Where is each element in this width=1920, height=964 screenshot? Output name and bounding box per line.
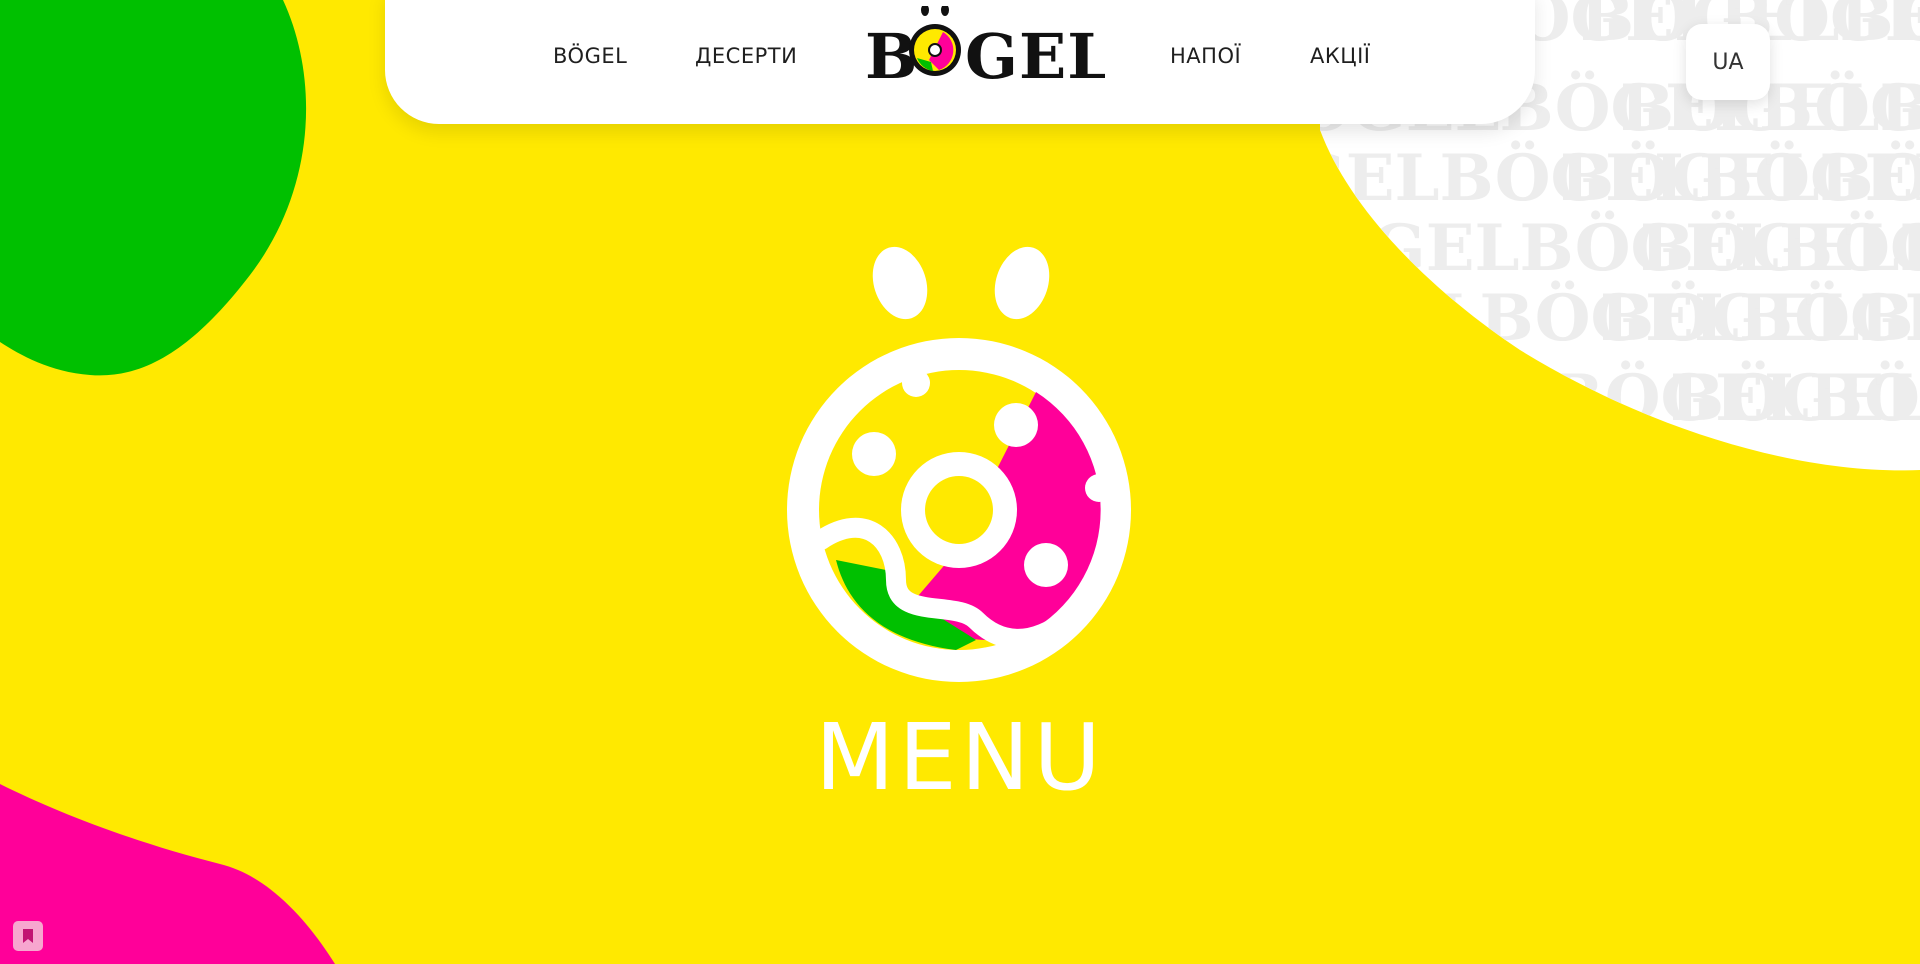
nav-link-promotions[interactable]: АКЦІЇ <box>1310 44 1370 68</box>
pattern-text: BÖGELBÖGELBÖGEL <box>1670 360 1920 436</box>
pattern-text: BÖGELBÖGELBÖGEL <box>1640 210 1920 286</box>
nav-link-drinks[interactable]: НАПОЇ <box>1170 44 1241 68</box>
pattern-text: BÖGELBÖGELBÖGEL <box>1560 140 1920 216</box>
language-button[interactable]: UA <box>1686 24 1770 100</box>
main-navbar: BÖGEL ДЕСЕРТИ B GEL НАПОЇ АКЦІЇ <box>385 0 1535 124</box>
menu-title: MENU <box>815 704 1105 811</box>
pattern-text: BÖGELBÖGELBÖGEL <box>1600 280 1920 356</box>
bookmark-button[interactable] <box>13 921 43 951</box>
nav-link-desserts[interactable]: ДЕСЕРТИ <box>695 44 797 68</box>
donut-logo-icon <box>787 246 1131 682</box>
bookmark-icon <box>23 929 33 943</box>
pattern-text: BÖGELBÖGELBÖGEL <box>1620 70 1920 146</box>
bogel-logo[interactable]: B GEL <box>861 6 1105 84</box>
svg-text:GEL: GEL <box>965 20 1105 84</box>
nav-link-bogel[interactable]: BÖGEL <box>553 44 627 68</box>
